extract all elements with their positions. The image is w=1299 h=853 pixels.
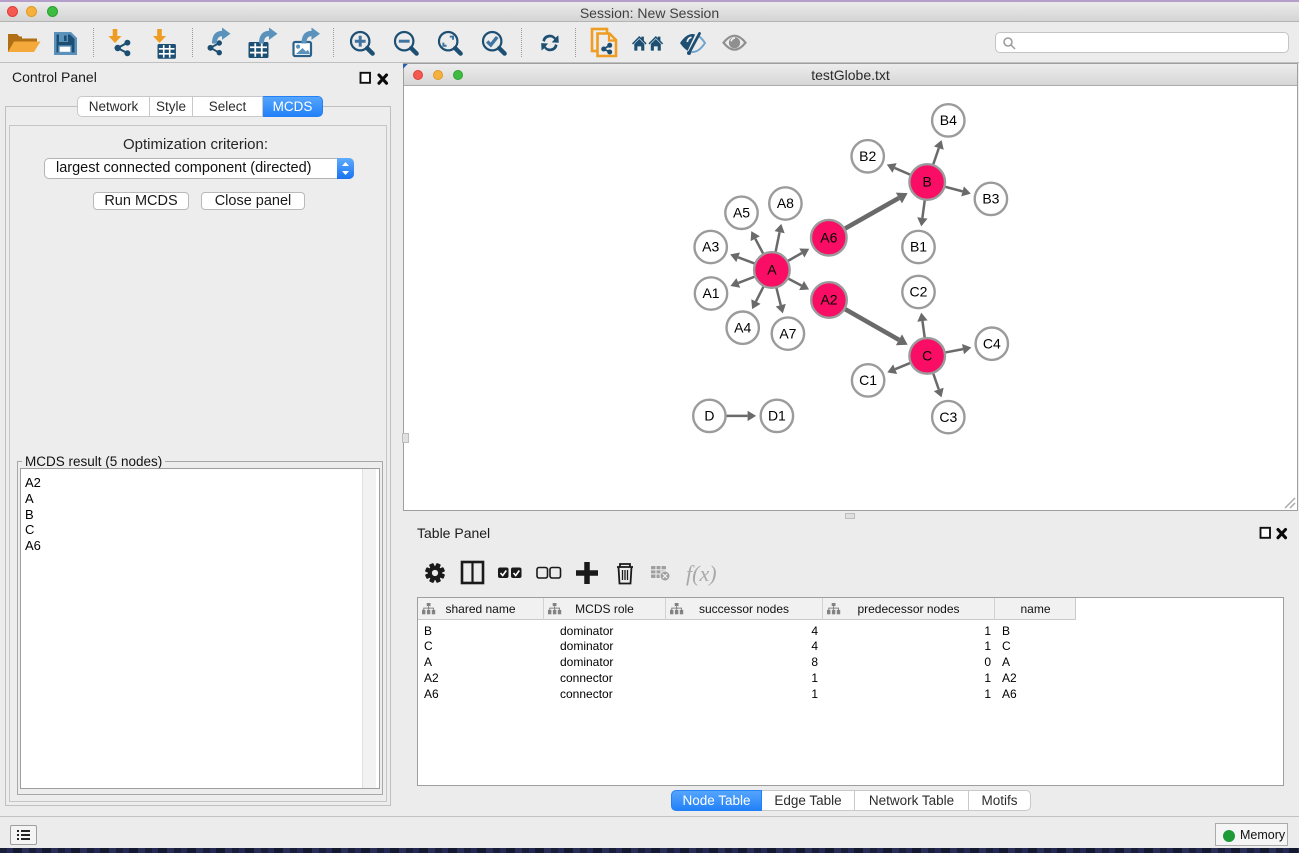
svg-text:f(x): f(x) <box>686 561 717 586</box>
